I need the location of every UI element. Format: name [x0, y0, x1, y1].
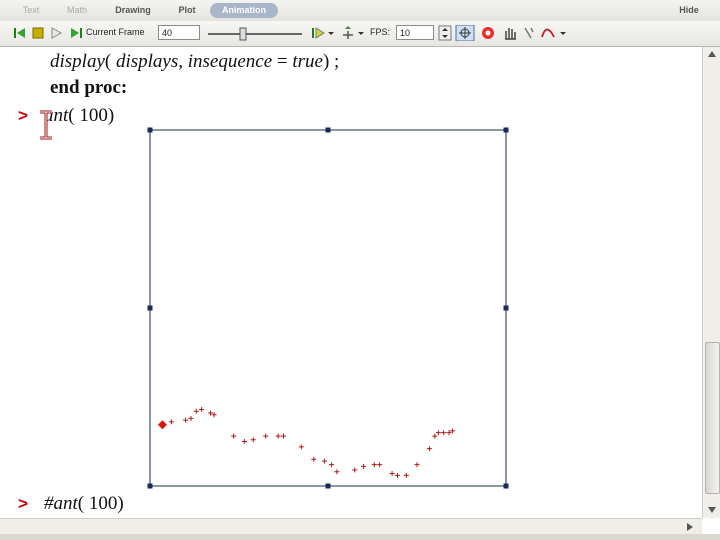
- resize-handle[interactable]: [147, 127, 153, 133]
- horizontal-scrollbar[interactable]: [0, 518, 702, 535]
- scroll-right-icon[interactable]: [684, 522, 696, 532]
- scroll-up-icon[interactable]: [706, 49, 718, 59]
- resize-handle[interactable]: [325, 483, 331, 489]
- resize-handle[interactable]: [503, 305, 509, 311]
- status-bar: [0, 534, 720, 540]
- resize-handle[interactable]: [325, 127, 331, 133]
- resize-handle[interactable]: [503, 127, 509, 133]
- scroll-down-icon[interactable]: [706, 505, 718, 515]
- vertical-scroll-thumb[interactable]: [705, 342, 720, 494]
- vertical-scrollbar[interactable]: [702, 47, 720, 518]
- resize-handle[interactable]: [147, 305, 153, 311]
- resize-handle[interactable]: [503, 483, 509, 489]
- resize-handle[interactable]: [147, 483, 153, 489]
- animation-plot[interactable]: [0, 0, 720, 540]
